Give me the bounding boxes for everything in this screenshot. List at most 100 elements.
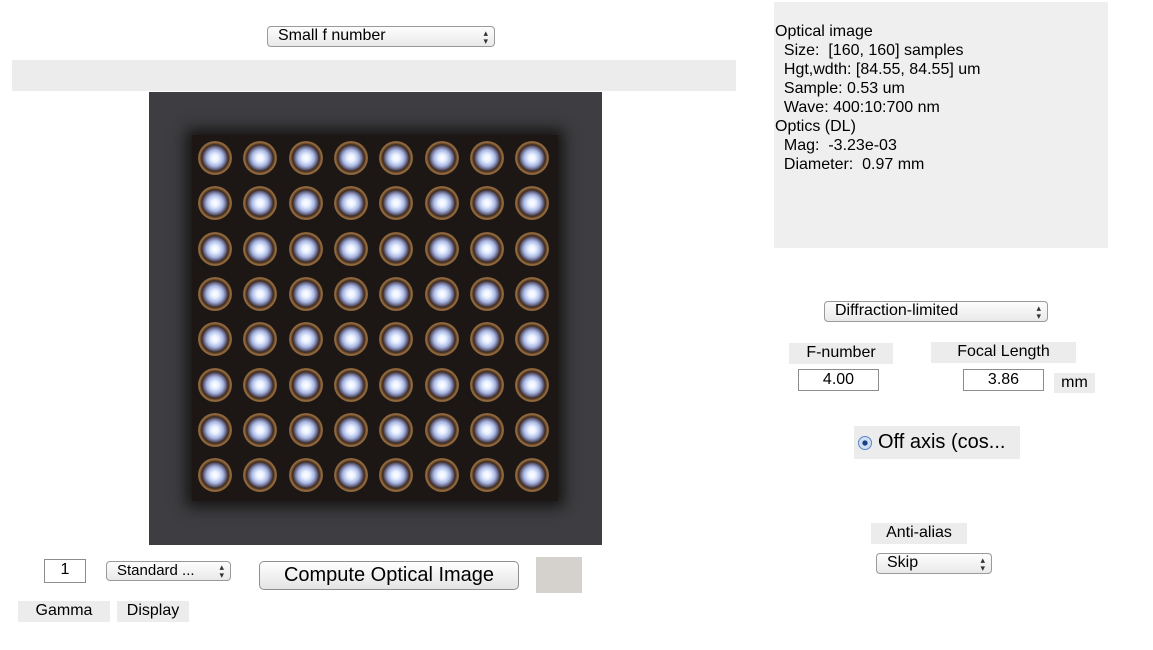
- select-arrows-icon: ▴ ▾: [980, 554, 985, 573]
- off-axis-radio[interactable]: Off axis (cos...: [854, 426, 1020, 459]
- select-arrows-icon: ▴ ▾: [1036, 302, 1041, 321]
- gamma-field[interactable]: 1: [44, 559, 86, 583]
- optics-model-select[interactable]: Diffraction-limited ▴ ▾: [824, 301, 1048, 322]
- psf-spot: [333, 458, 368, 493]
- off-axis-label: Off axis (cos...: [878, 431, 1006, 453]
- point-array-image: [192, 135, 558, 501]
- psf-spot: [515, 322, 550, 357]
- psf-spot: [424, 186, 459, 221]
- compute-optical-image-button[interactable]: Compute Optical Image: [259, 561, 519, 590]
- psf-spot: [333, 322, 368, 357]
- display-select[interactable]: Standard ... ▴ ▾: [106, 561, 231, 581]
- psf-spot: [333, 231, 368, 266]
- psf-spot: [469, 276, 504, 311]
- optical-image-display[interactable]: [149, 92, 602, 545]
- psf-spot: [515, 367, 550, 402]
- psf-spot: [379, 141, 414, 175]
- psf-spot: [469, 367, 504, 402]
- display-label: Display: [117, 601, 189, 622]
- anti-alias-label: Anti-alias: [871, 523, 967, 544]
- psf-spot: [198, 276, 232, 311]
- psf-spot: [379, 322, 414, 357]
- psf-spot: [424, 458, 459, 493]
- psf-spot: [243, 322, 278, 357]
- psf-spot: [469, 186, 504, 221]
- psf-spot: [515, 276, 550, 311]
- anti-alias-value: Skip: [887, 554, 919, 571]
- psf-spot: [288, 458, 323, 493]
- status-indicator: [536, 557, 582, 593]
- psf-spot: [333, 186, 368, 221]
- psf-spot: [288, 186, 323, 221]
- psf-spot: [379, 412, 414, 447]
- psf-spot: [469, 458, 504, 493]
- psf-spot: [243, 231, 278, 266]
- scene-select[interactable]: Small f number ▴ ▾: [267, 26, 495, 47]
- psf-spot: [198, 186, 232, 221]
- psf-spot: [469, 231, 504, 266]
- psf-spot: [243, 186, 278, 221]
- psf-spot: [243, 276, 278, 311]
- psf-spot: [243, 367, 278, 402]
- fnumber-label: F-number: [789, 343, 893, 364]
- focal-length-label: Focal Length: [931, 342, 1076, 363]
- info-line: Hgt,wdth: [84.55, 84.55] um: [775, 61, 981, 78]
- psf-spot: [515, 141, 550, 175]
- psf-spot: [469, 412, 504, 447]
- psf-spot: [379, 231, 414, 266]
- psf-spot: [515, 231, 550, 266]
- gamma-label: Gamma: [18, 601, 110, 622]
- psf-spot: [515, 458, 550, 493]
- psf-spot: [515, 412, 550, 447]
- psf-spot: [288, 412, 323, 447]
- psf-spot: [333, 412, 368, 447]
- psf-spot: [288, 276, 323, 311]
- info-line: Diameter: 0.97 mm: [775, 156, 925, 173]
- psf-spot: [243, 141, 278, 175]
- anti-alias-select[interactable]: Skip ▴ ▾: [876, 553, 992, 574]
- info-line: Optical image: [775, 23, 873, 40]
- psf-spot: [424, 231, 459, 266]
- fnumber-field[interactable]: 4.00: [798, 369, 879, 391]
- psf-spot: [424, 141, 459, 175]
- psf-spot: [515, 186, 550, 221]
- message-bar: [12, 60, 736, 91]
- psf-spot: [424, 322, 459, 357]
- info-line: Mag: -3.23e-03: [775, 137, 897, 154]
- psf-spot: [198, 141, 232, 175]
- psf-spot: [424, 367, 459, 402]
- info-line: Size: [160, 160] samples: [775, 42, 964, 59]
- info-line: Optics (DL): [775, 118, 856, 135]
- info-panel: Optical image Size: [160, 160] samples H…: [774, 2, 1108, 248]
- psf-spot: [288, 367, 323, 402]
- display-select-value: Standard ...: [117, 562, 195, 579]
- psf-spot: [288, 141, 323, 175]
- psf-spot: [469, 141, 504, 175]
- psf-spot: [243, 412, 278, 447]
- psf-spot: [198, 322, 232, 357]
- radio-selected-icon: [858, 435, 872, 450]
- focal-length-field[interactable]: 3.86: [963, 369, 1044, 391]
- info-line: Wave: 400:10:700 nm: [775, 99, 940, 116]
- psf-spot: [379, 458, 414, 493]
- psf-spot: [333, 276, 368, 311]
- psf-spot: [424, 276, 459, 311]
- psf-spot: [333, 367, 368, 402]
- psf-spot: [243, 458, 278, 493]
- scene-select-value: Small f number: [278, 27, 386, 44]
- psf-spot: [198, 231, 232, 266]
- psf-spot: [424, 412, 459, 447]
- optics-model-value: Diffraction-limited: [835, 302, 959, 319]
- select-arrows-icon: ▴ ▾: [219, 562, 224, 580]
- psf-spot: [379, 276, 414, 311]
- select-arrows-icon: ▴ ▾: [483, 27, 488, 46]
- psf-spot: [288, 322, 323, 357]
- psf-spot: [288, 231, 323, 266]
- psf-spot: [198, 367, 232, 402]
- info-line: Sample: 0.53 um: [775, 80, 905, 97]
- psf-spot: [198, 458, 232, 493]
- psf-spot: [333, 141, 368, 175]
- psf-spot: [198, 412, 232, 447]
- psf-spot: [379, 367, 414, 402]
- psf-spot: [469, 322, 504, 357]
